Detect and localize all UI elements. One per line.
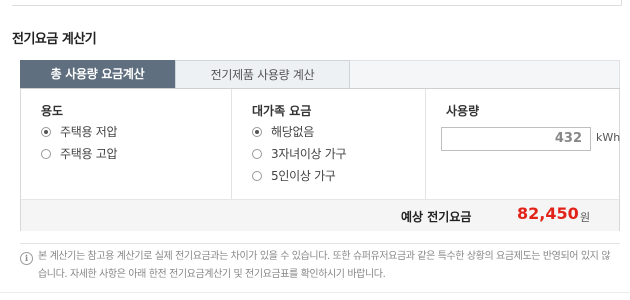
tab-appliance-usage[interactable]: 전기제품 사용량 계산 bbox=[175, 60, 350, 88]
notice-text: 본 계산기는 참고용 계산기로 실제 전기요금과는 차이가 있을 수 있습니다.… bbox=[38, 251, 610, 280]
usage-unit: kWh bbox=[596, 131, 621, 144]
radio-unchecked-icon[interactable] bbox=[41, 148, 51, 159]
result-value: 82,450 bbox=[517, 204, 579, 223]
info-icon: i bbox=[20, 252, 33, 265]
calc-tabs: 총 사용량 요금계산 전기제품 사용량 계산 bbox=[20, 60, 620, 89]
calc-panel: 용도 주택용 저압 주택용 고압 대가족 요금 해당없음 3자녀이상 가구 5인… bbox=[20, 89, 620, 231]
usage-input[interactable]: 432 bbox=[441, 127, 591, 151]
option-label: 5인이상 가구 bbox=[271, 169, 336, 183]
top-divider bbox=[12, 5, 622, 6]
result-unit: 원 bbox=[580, 211, 591, 224]
tab-bar-filler bbox=[350, 60, 620, 88]
radio-option-residential-high[interactable]: 주택용 고압 bbox=[41, 145, 118, 163]
tab-total-usage[interactable]: 총 사용량 요금계산 bbox=[20, 60, 175, 88]
usage-section: 사용량 432 kWh bbox=[425, 89, 620, 199]
radio-unchecked-icon[interactable] bbox=[252, 170, 262, 181]
radio-checked-icon[interactable] bbox=[41, 126, 51, 137]
family-rate-title: 대가족 요금 bbox=[252, 104, 312, 118]
option-label: 해당없음 bbox=[271, 125, 314, 139]
option-label: 주택용 고압 bbox=[60, 147, 118, 161]
top-frame bbox=[0, 0, 630, 20]
page-title: 전기요금 계산기 bbox=[12, 32, 97, 47]
notice: i 본 계산기는 참고용 계산기로 실제 전기요금과는 차이가 있을 수 있습니… bbox=[20, 243, 620, 290]
usage-type-title: 용도 bbox=[41, 104, 64, 118]
result-bar: 예상 전기요금 82,450 원 bbox=[21, 199, 619, 231]
radio-option-5-members[interactable]: 5인이상 가구 bbox=[252, 167, 336, 185]
radio-option-residential-low[interactable]: 주택용 저압 bbox=[41, 123, 118, 141]
radio-checked-icon[interactable] bbox=[252, 126, 262, 137]
usage-type-section: 용도 주택용 저압 주택용 고압 bbox=[21, 89, 231, 199]
option-label: 주택용 저압 bbox=[60, 125, 118, 139]
option-label: 3자녀이상 가구 bbox=[271, 147, 347, 161]
family-rate-section: 대가족 요금 해당없음 3자녀이상 가구 5인이상 가구 bbox=[231, 89, 426, 199]
bottom-divider bbox=[0, 292, 630, 293]
radio-option-none[interactable]: 해당없음 bbox=[252, 123, 314, 141]
usage-title: 사용량 bbox=[446, 104, 480, 118]
radio-unchecked-icon[interactable] bbox=[252, 148, 262, 159]
radio-option-3-children[interactable]: 3자녀이상 가구 bbox=[252, 145, 347, 163]
result-label: 예상 전기요금 bbox=[401, 210, 472, 224]
top-vdivider bbox=[621, 0, 622, 6]
